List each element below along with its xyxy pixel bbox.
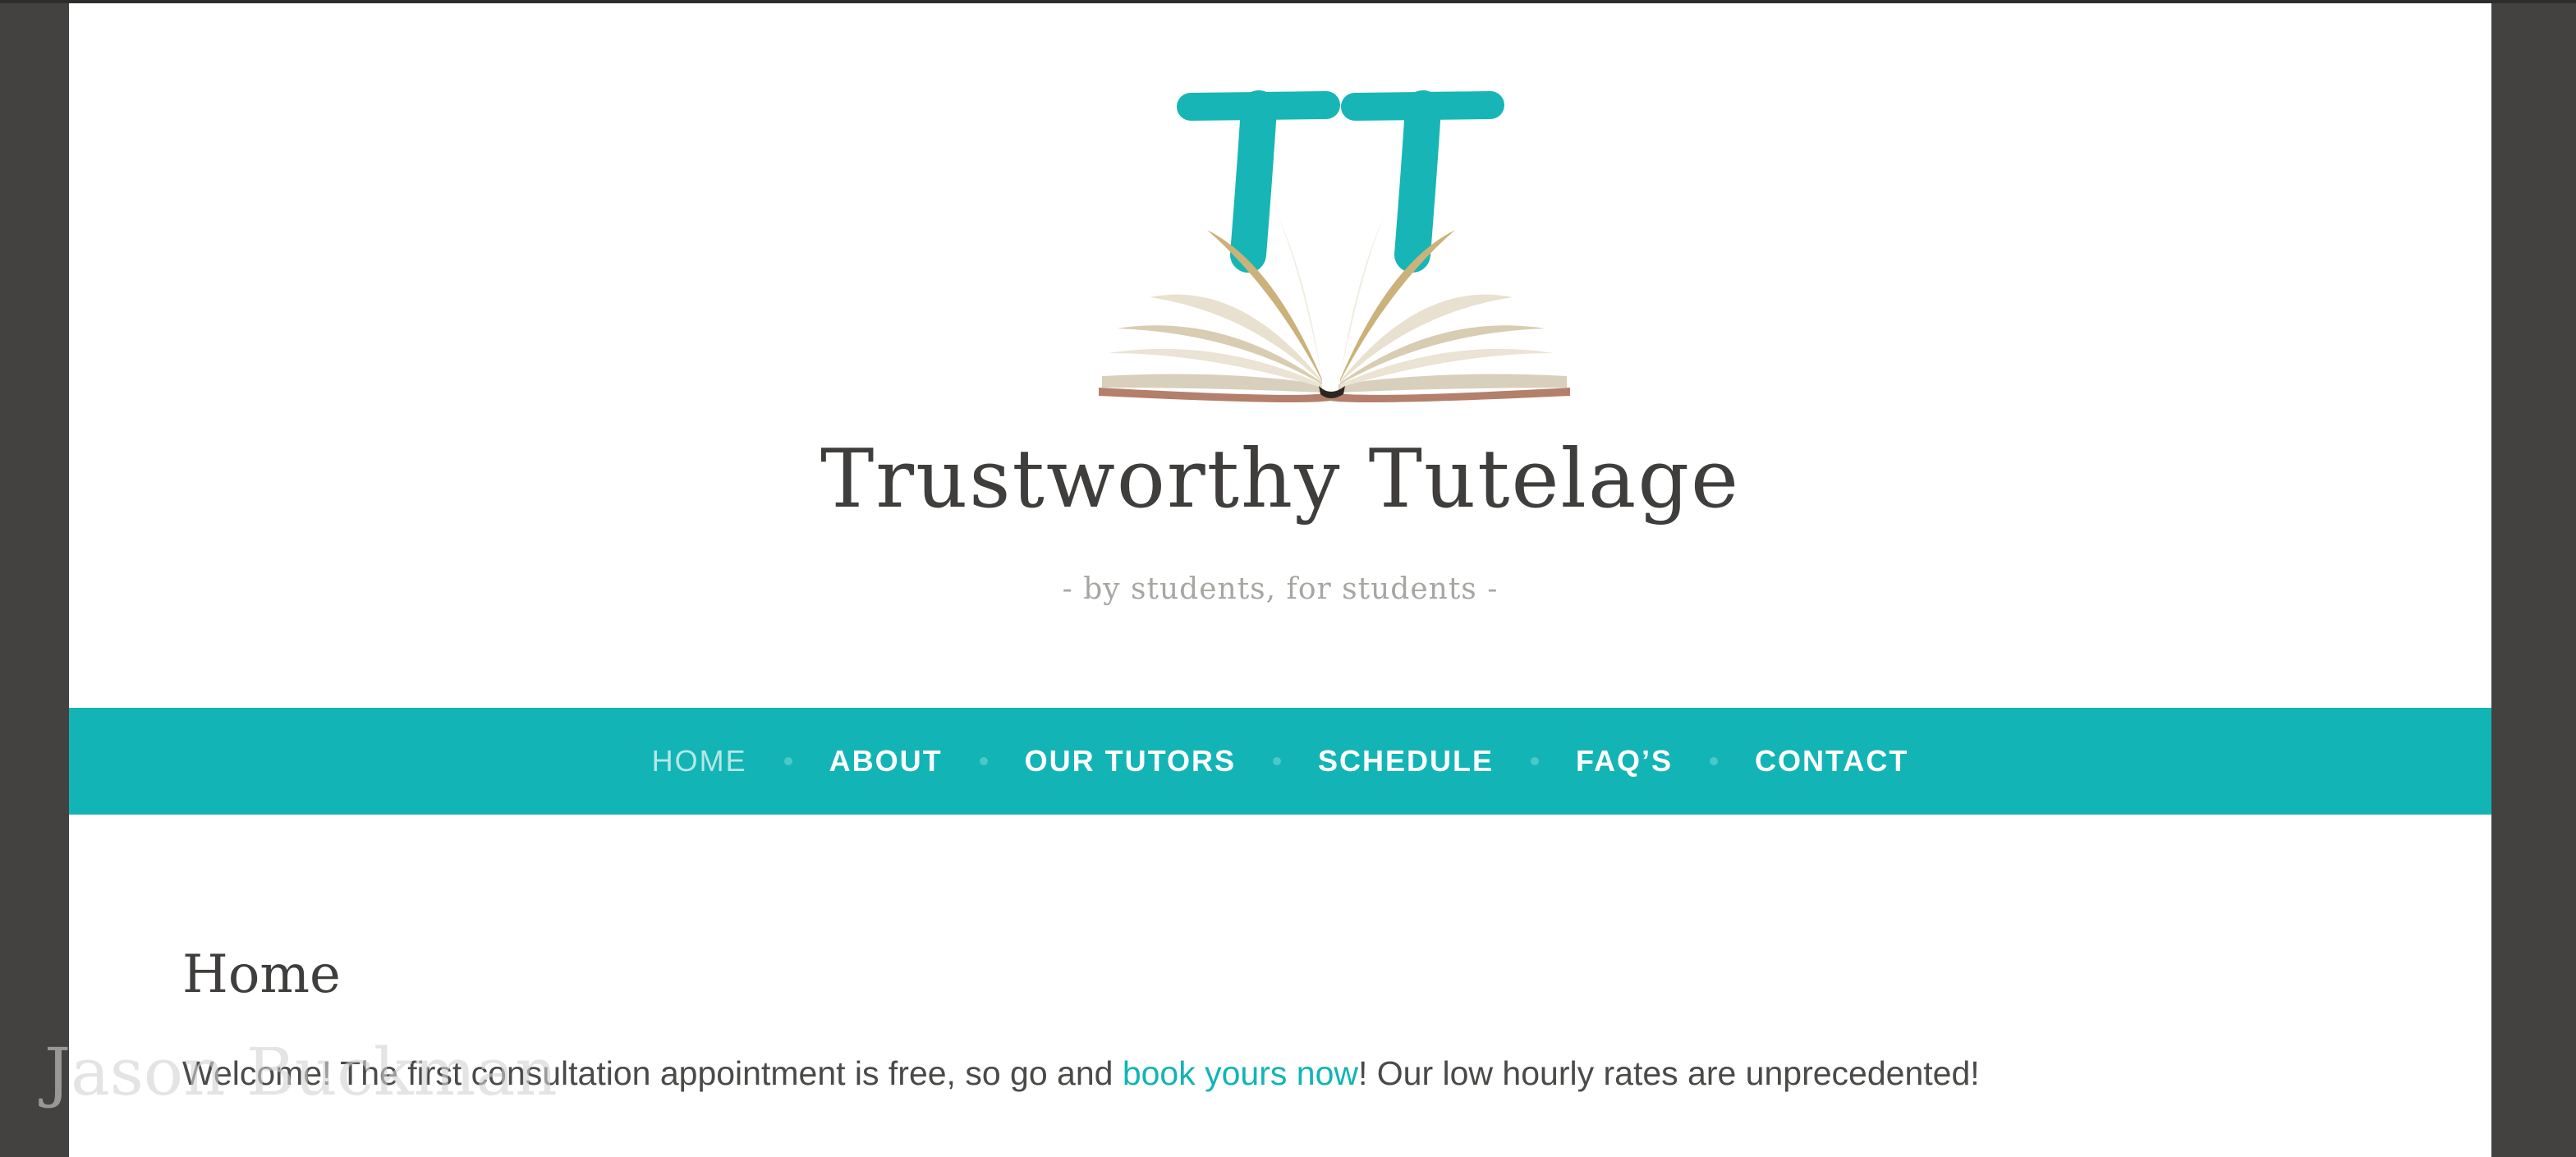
welcome-text-start: Welcome! The first consultation appointm… (182, 1054, 1123, 1092)
nav-separator (1272, 757, 1281, 765)
welcome-paragraph: Welcome! The first consultation appointm… (182, 1045, 1980, 1102)
book-now-link[interactable]: book yours now (1123, 1054, 1358, 1092)
nav-item-home[interactable]: HOME (652, 744, 747, 778)
nav-separator (1531, 757, 1540, 765)
nav-separator (1710, 757, 1719, 765)
nav-separator (783, 757, 792, 765)
main-navigation: HOME ABOUT OUR TUTORS SCHEDULE FAQ’S CON… (69, 708, 2491, 815)
site-title[interactable]: Trustworthy Tutelage (69, 426, 2491, 533)
site-tagline: - by students, for students - (1062, 572, 1499, 606)
nav-item-our-tutors[interactable]: OUR TUTORS (1025, 744, 1236, 778)
welcome-text-end: ! Our low hourly rates are unprecedented… (1358, 1054, 1980, 1092)
nav-separator (979, 757, 988, 765)
site-logo[interactable] (1026, 82, 1601, 411)
logo-tt-book-icon (1099, 90, 1570, 402)
nav-item-about[interactable]: ABOUT (829, 744, 943, 778)
nav-item-contact[interactable]: CONTACT (1755, 744, 1908, 778)
nav-item-schedule[interactable]: SCHEDULE (1318, 744, 1494, 778)
page-container: Trustworthy Tutelage - by students, for … (69, 3, 2491, 1157)
nav-item-faqs[interactable]: FAQ’S (1576, 744, 1673, 778)
page-heading: Home (182, 944, 341, 1005)
